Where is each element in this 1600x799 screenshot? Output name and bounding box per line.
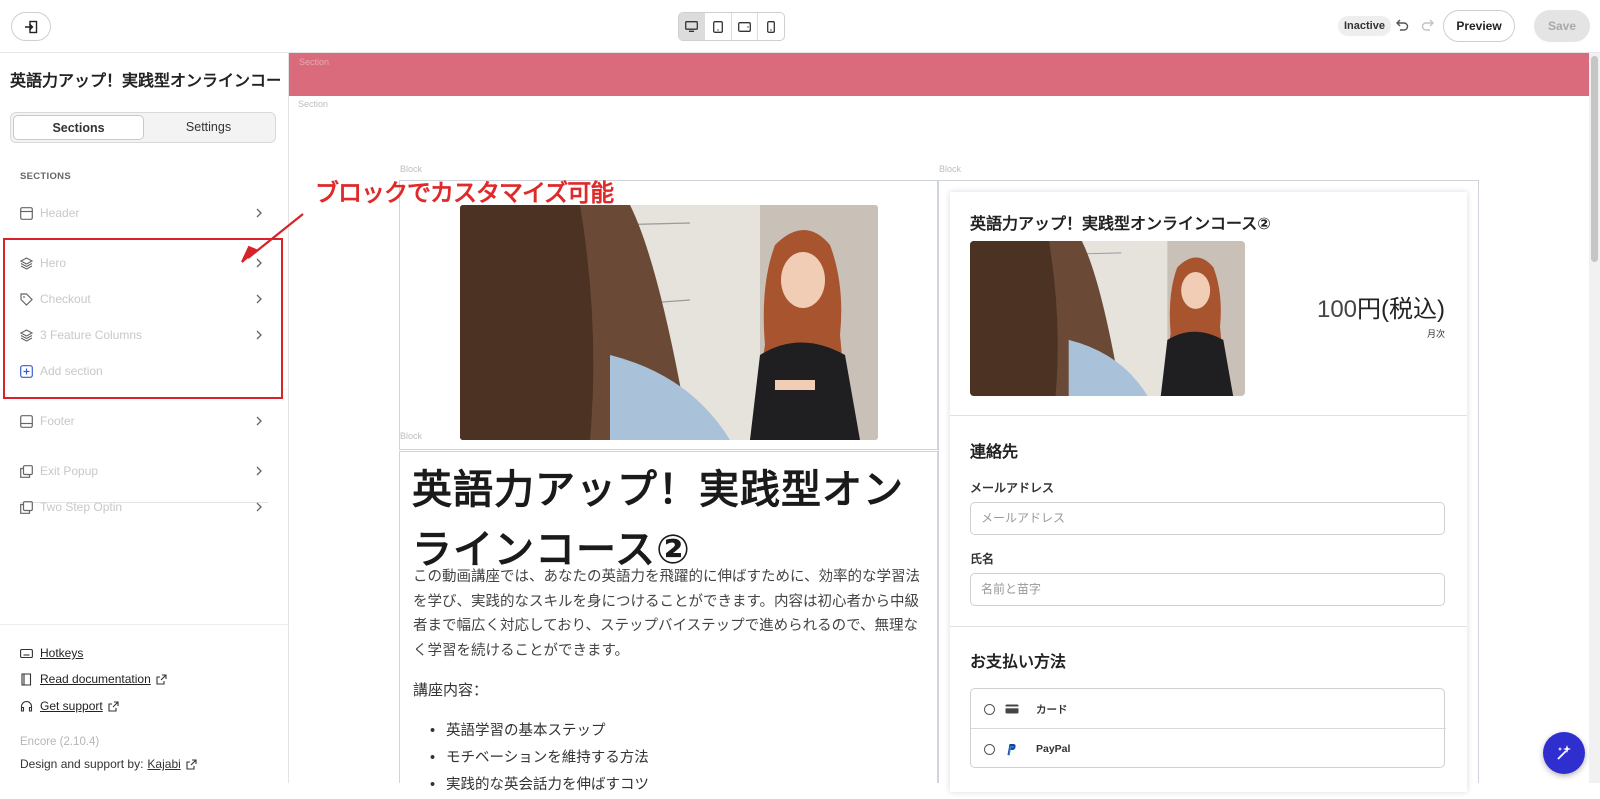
get-support-link[interactable]: Get support <box>20 697 119 715</box>
price-unit: 円(税込) <box>1357 296 1445 323</box>
name-label: 氏名 <box>970 552 995 566</box>
name-field[interactable]: 名前と苗字 <box>970 573 1445 606</box>
radio-button[interactable] <box>984 703 995 715</box>
undo-icon[interactable] <box>1394 17 1410 33</box>
email-field[interactable]: メールアドレス <box>970 502 1445 535</box>
tab-sections[interactable]: Sections <box>13 115 144 140</box>
email-label: メールアドレス <box>970 481 1055 495</box>
tablet-landscape-view-button[interactable] <box>732 13 758 40</box>
hotkeys-label: Hotkeys <box>40 646 84 660</box>
exit-button[interactable] <box>11 12 51 41</box>
payment-option-paypal[interactable]: PayPal <box>971 729 1446 769</box>
sidebar-item-label: Footer <box>40 414 75 428</box>
payment-options: カード PayPal <box>970 688 1446 769</box>
sidebar-item-exit-popup[interactable]: Exit Popup <box>20 459 264 483</box>
price: 100円(税込) <box>1317 289 1445 324</box>
get-support-label: Get support <box>40 699 103 713</box>
annotation-arrow-icon <box>241 213 304 263</box>
external-link-icon <box>186 758 197 770</box>
mobile-view-button[interactable] <box>758 13 784 40</box>
footer-icon <box>20 414 34 428</box>
sidebar-item-label: Exit Popup <box>40 464 99 478</box>
sidebar-item-label: Two Step Optin <box>40 500 123 514</box>
payment-option-label: カード <box>1036 703 1068 716</box>
version-label: Encore (2.10.4) <box>20 736 100 748</box>
list-item: 実践的な英会話力を伸ばすコツ <box>430 772 649 799</box>
external-link-icon <box>156 673 167 685</box>
sidebar-footer-divider <box>0 624 289 625</box>
page-title: 英語力アップ！実践型オンラインコー... <box>10 73 280 90</box>
course-content-list: 英語学習の基本ステップ モチベーションを維持する方法 実践的な英会話力を伸ばすコ… <box>430 718 649 799</box>
credit-prefix: Design and support by: <box>20 757 144 771</box>
sidebar-item-label: Header <box>40 206 80 220</box>
exit-icon <box>25 20 38 33</box>
headset-icon <box>20 700 33 712</box>
payment-heading: お支払い方法 <box>970 654 1067 671</box>
announcement-section[interactable]: Section <box>289 53 1589 96</box>
checkout-title: 英語力アップ！実践型オンラインコース② <box>970 216 1271 233</box>
divider <box>950 415 1467 416</box>
top-bar: Inactive Preview Save <box>0 0 1600 53</box>
section-label: Section <box>298 99 329 109</box>
redo-icon[interactable] <box>1420 17 1436 33</box>
hero-image <box>460 205 878 440</box>
hotkeys-link[interactable]: Hotkeys <box>20 644 83 662</box>
read-documentation-label: Read documentation <box>40 672 151 686</box>
status-badge: Inactive <box>1338 16 1391 36</box>
section-label: Section <box>299 57 330 67</box>
device-switcher <box>678 12 785 41</box>
popup-icon <box>20 464 34 478</box>
block-label: Block <box>939 164 962 174</box>
price-number: 100 <box>1316 296 1358 323</box>
sidebar-tabs: Sections Settings <box>10 112 276 143</box>
annotation-text: ブロックでカスタマイズ可能 <box>315 179 614 207</box>
sidebar-item-two-step-optin[interactable]: Two Step Optin <box>20 495 264 519</box>
tab-settings[interactable]: Settings <box>144 115 273 140</box>
preview-button[interactable]: Preview <box>1443 10 1515 42</box>
ai-assist-button[interactable] <box>1543 732 1585 774</box>
payment-option-label: PayPal <box>1036 743 1071 755</box>
paypal-icon <box>1005 743 1019 756</box>
kajabi-link[interactable]: Kajabi <box>147 757 180 771</box>
read-documentation-link[interactable]: Read documentation <box>20 670 167 688</box>
checkout-image <box>970 241 1245 396</box>
hero-description: この動画講座では、あなたの英語力を飛躍的に伸ばすために、効率的な学習法を学び、実… <box>413 569 921 659</box>
radio-button[interactable] <box>984 743 995 755</box>
course-content-label: 講座内容： <box>413 682 489 699</box>
tablet-icon <box>712 20 723 33</box>
list-item: モチベーションを維持する方法 <box>430 745 649 772</box>
save-button[interactable]: Save <box>1534 10 1590 42</box>
desktop-icon <box>685 21 699 32</box>
desktop-view-button[interactable] <box>679 13 706 40</box>
contact-heading: 連絡先 <box>970 444 1019 461</box>
payment-option-card[interactable]: カード <box>971 689 1446 729</box>
book-icon <box>21 672 32 686</box>
billing-period: 月次 <box>1426 329 1445 339</box>
sidebar-item-header[interactable]: Header <box>20 201 264 225</box>
sidebar: 英語力アップ！実践型オンラインコー... Sections Settings S… <box>0 53 289 783</box>
header-icon <box>20 206 34 220</box>
chevron-right-icon <box>256 466 262 476</box>
chevron-right-icon <box>256 502 262 512</box>
sidebar-item-footer[interactable]: Footer <box>20 409 264 433</box>
divider <box>950 626 1467 627</box>
credit-line: Design and support by: Kajabi <box>20 757 197 771</box>
card-icon <box>1005 703 1019 715</box>
list-item: 英語学習の基本ステップ <box>430 718 649 745</box>
external-link-icon <box>108 700 119 712</box>
checkout-card: 英語力アップ！実践型オンラインコース② 100円(税込) 月次 連絡先 メールア… <box>950 192 1467 792</box>
scrollbar-thumb[interactable] <box>1591 56 1598 262</box>
mobile-icon <box>766 20 775 33</box>
chevron-right-icon <box>256 416 262 426</box>
sections-heading: SECTIONS <box>20 171 71 182</box>
sparkle-wand-icon <box>1557 745 1571 760</box>
tablet-view-button[interactable] <box>705 13 732 40</box>
popup-icon <box>20 500 34 514</box>
keyboard-icon <box>20 648 33 658</box>
tablet-landscape-icon <box>737 21 751 32</box>
hero-title: 英語力アップ！実践型オンラインコース② <box>412 468 904 572</box>
